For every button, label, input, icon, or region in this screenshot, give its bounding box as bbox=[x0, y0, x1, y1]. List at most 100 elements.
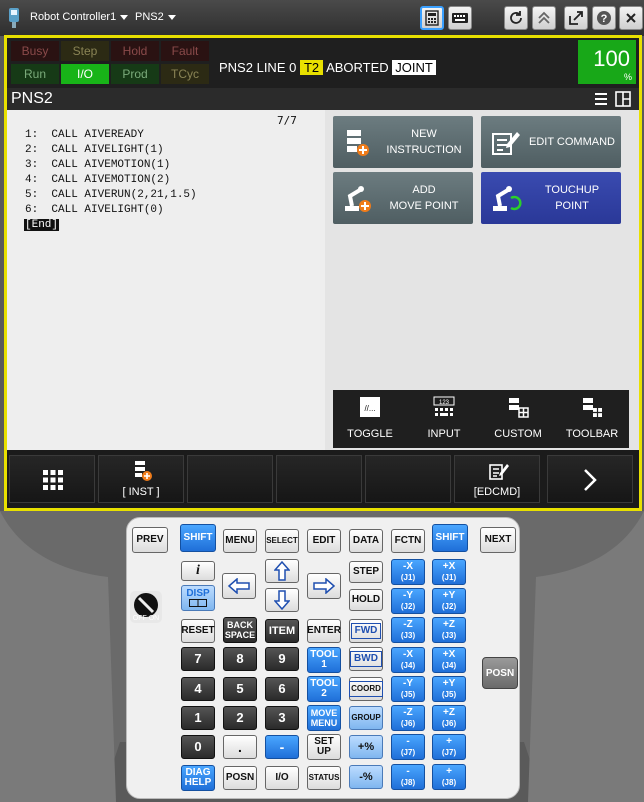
jog-neg-j1-key[interactable]: -X (J1) bbox=[391, 559, 425, 585]
hold-key[interactable]: HOLD bbox=[349, 589, 383, 611]
input-button[interactable]: 123 INPUT bbox=[407, 390, 481, 448]
touchup-point-button[interactable]: TOUCHUP POINT bbox=[481, 172, 621, 224]
diag-help-key[interactable]: DIAG HELP bbox=[181, 765, 215, 791]
posn-key[interactable]: POSN bbox=[223, 766, 257, 790]
jog-neg-j2-key[interactable]: -Y (J2) bbox=[391, 588, 425, 614]
program-editor[interactable]: 7/7 1: CALL AIVEREADY 2: CALL AIVELIGHT(… bbox=[7, 110, 325, 450]
external-window-button[interactable] bbox=[564, 6, 588, 30]
down-arrow-key[interactable] bbox=[265, 588, 299, 612]
key-1[interactable]: 1 bbox=[181, 706, 215, 730]
jog-neg-j4-key[interactable]: -X (J4) bbox=[391, 647, 425, 673]
enter-key[interactable]: ENTER bbox=[307, 619, 341, 643]
edit-key[interactable]: EDIT bbox=[307, 529, 341, 553]
prev-key[interactable]: PREV bbox=[132, 527, 168, 553]
disp-key[interactable]: DISP bbox=[181, 585, 215, 611]
f4-function-key[interactable] bbox=[276, 455, 362, 503]
split-view-icon[interactable] bbox=[615, 91, 631, 107]
side-posn-key[interactable]: POSN bbox=[482, 657, 518, 689]
key-7[interactable]: 7 bbox=[181, 647, 215, 671]
tool2-key[interactable]: TOOL 2 bbox=[307, 676, 341, 702]
close-button[interactable] bbox=[619, 6, 643, 30]
add-move-point-button[interactable]: ADD MOVE POINT bbox=[333, 172, 473, 224]
info-key[interactable]: i bbox=[181, 561, 215, 581]
key-8[interactable]: 8 bbox=[223, 647, 257, 671]
move-menu-key[interactable]: MOVE MENU bbox=[307, 705, 341, 731]
f3-function-key[interactable] bbox=[187, 455, 273, 503]
help-button[interactable]: ? bbox=[592, 6, 616, 30]
item-key[interactable]: ITEM bbox=[265, 619, 299, 643]
key-decimal[interactable]: . bbox=[223, 735, 257, 759]
jog-neg-j7-key[interactable]: - (J7) bbox=[391, 734, 425, 760]
minus-speed-key[interactable]: -% bbox=[349, 765, 383, 789]
collapse-button[interactable] bbox=[532, 6, 556, 30]
jog-pos-j7-key[interactable]: + (J7) bbox=[432, 734, 466, 760]
step-key[interactable]: STEP bbox=[349, 561, 383, 583]
code-line[interactable]: 2: CALL AIVELIGHT(1) bbox=[25, 144, 164, 156]
controller-selector[interactable]: Robot Controller1 bbox=[30, 11, 129, 23]
bwd-key[interactable]: BWD bbox=[349, 647, 383, 671]
jog-pos-j3-key[interactable]: +Z (J3) bbox=[432, 617, 466, 643]
key-2[interactable]: 2 bbox=[223, 706, 257, 730]
jog-pos-j2-key[interactable]: +Y (J2) bbox=[432, 588, 466, 614]
jog-neg-j5-key[interactable]: -Y (J5) bbox=[391, 676, 425, 702]
reset-key[interactable]: RESET bbox=[181, 619, 215, 643]
program-selector[interactable]: PNS2 bbox=[135, 11, 176, 23]
edcmd-function-key[interactable]: [EDCMD] bbox=[454, 455, 540, 503]
jog-neg-j3-key[interactable]: -Z (J3) bbox=[391, 617, 425, 643]
code-line[interactable]: 3: CALL AIVEMOTION(1) bbox=[25, 159, 170, 171]
fwd-key[interactable]: FWD bbox=[349, 619, 383, 643]
keyboard-button[interactable] bbox=[448, 6, 472, 30]
tool1-key[interactable]: TOOL 1 bbox=[307, 647, 341, 673]
plus-speed-key[interactable]: +% bbox=[349, 735, 383, 759]
shift-key-left[interactable]: SHIFT bbox=[180, 524, 216, 552]
key-5[interactable]: 5 bbox=[223, 677, 257, 701]
data-key[interactable]: DATA bbox=[349, 529, 383, 553]
code-line[interactable]: 1: CALL AIVEREADY bbox=[25, 129, 144, 141]
fctn-key[interactable]: FCTN bbox=[391, 529, 425, 553]
status-key[interactable]: STATUS bbox=[307, 766, 341, 790]
key-9[interactable]: 9 bbox=[265, 647, 299, 671]
new-instruction-button[interactable]: NEW INSTRUCTION bbox=[333, 116, 473, 168]
code-line[interactable]: 6: CALL AIVELIGHT(0) bbox=[25, 204, 164, 216]
jog-pos-j8-key[interactable]: + (J8) bbox=[432, 764, 466, 790]
jog-pos-j4-key[interactable]: +X (J4) bbox=[432, 647, 466, 673]
menu-key[interactable]: MENU bbox=[223, 529, 257, 553]
jog-pos-j6-key[interactable]: +Z (J6) bbox=[432, 705, 466, 731]
shift-key-right[interactable]: SHIFT bbox=[432, 524, 468, 552]
hamburger-menu-icon[interactable] bbox=[593, 91, 609, 107]
code-line[interactable]: 5: CALL AIVERUN(2,21,1.5) bbox=[25, 189, 197, 201]
code-line[interactable]: 4: CALL AIVEMOTION(2) bbox=[25, 174, 170, 186]
key-4[interactable]: 4 bbox=[181, 677, 215, 701]
select-key[interactable]: SELECT bbox=[265, 529, 299, 553]
override-display[interactable]: 100 % bbox=[578, 40, 636, 84]
refresh-button[interactable] bbox=[504, 6, 528, 30]
toggle-button[interactable]: //... TOGGLE bbox=[333, 390, 407, 448]
end-marker[interactable]: [End] bbox=[24, 219, 60, 231]
main-menu-button[interactable] bbox=[9, 455, 95, 503]
custom-button[interactable]: CUSTOM bbox=[481, 390, 555, 448]
next-key[interactable]: NEXT bbox=[480, 527, 516, 553]
f5-function-key[interactable] bbox=[365, 455, 451, 503]
edit-command-button[interactable]: EDIT COMMAND bbox=[481, 116, 621, 168]
teach-pendant-button[interactable] bbox=[420, 6, 444, 30]
key-6[interactable]: 6 bbox=[265, 677, 299, 701]
next-page-button[interactable] bbox=[547, 455, 633, 503]
toolbar-button[interactable]: TOOLBAR bbox=[555, 390, 629, 448]
setup-key[interactable]: SET UP bbox=[307, 734, 341, 760]
key-3[interactable]: 3 bbox=[265, 706, 299, 730]
key-minus[interactable]: - bbox=[265, 735, 299, 759]
jog-pos-j1-axis: +X bbox=[442, 561, 456, 572]
inst-function-key[interactable]: [ INST ] bbox=[98, 455, 184, 503]
up-arrow-key[interactable] bbox=[265, 559, 299, 583]
key-0[interactable]: 0 bbox=[181, 735, 215, 759]
jog-neg-j6-key[interactable]: -Z (J6) bbox=[391, 705, 425, 731]
jog-pos-j1-key[interactable]: +X (J1) bbox=[432, 559, 466, 585]
jog-pos-j5-key[interactable]: +Y (J5) bbox=[432, 676, 466, 702]
right-arrow-key[interactable] bbox=[307, 573, 341, 599]
jog-neg-j8-key[interactable]: - (J8) bbox=[391, 764, 425, 790]
backspace-key[interactable]: BACK SPACE bbox=[223, 617, 257, 643]
io-key[interactable]: I/O bbox=[265, 766, 299, 790]
left-arrow-key[interactable] bbox=[222, 573, 256, 599]
coord-key[interactable]: COORD bbox=[349, 677, 383, 701]
group-key[interactable]: GROUP bbox=[349, 706, 383, 730]
